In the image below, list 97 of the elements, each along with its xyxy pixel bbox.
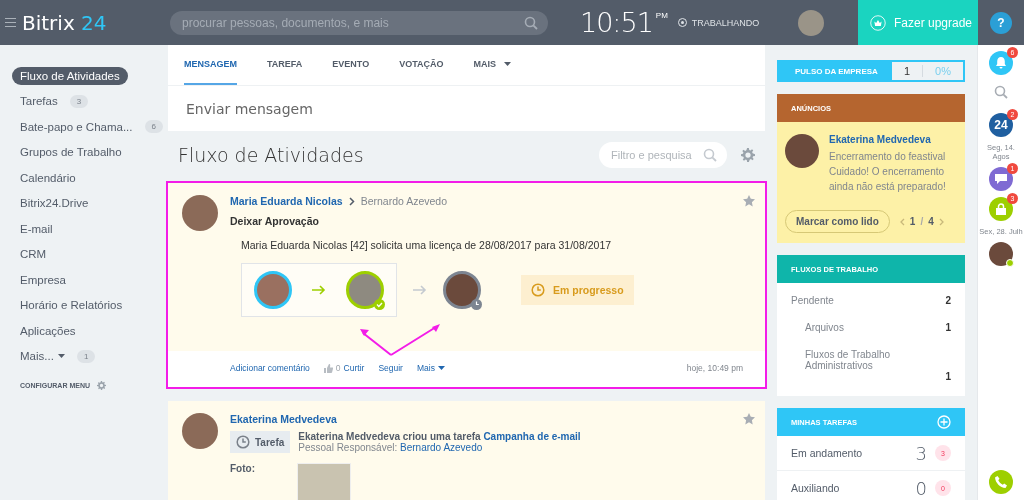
avatar[interactable]	[989, 242, 1013, 266]
search-icon[interactable]	[703, 148, 717, 162]
count-badge: 3	[69, 94, 89, 108]
sidebar-item[interactable]: Tarefas	[12, 92, 66, 111]
composer-tab[interactable]: VOTAÇÃO	[399, 45, 444, 85]
menu-icon[interactable]	[5, 18, 16, 27]
action-link[interactable]: Seguir	[378, 363, 403, 373]
next-icon[interactable]	[938, 217, 944, 226]
lock-icon	[996, 203, 1006, 215]
settings-icon[interactable]	[97, 381, 106, 390]
bell-icon	[995, 57, 1007, 69]
page-separator: /	[920, 216, 924, 227]
caret-icon	[57, 354, 65, 359]
responsible-text: Pessoal Responsável: Bernardo Azevedo	[298, 442, 484, 453]
chat-button[interactable]	[989, 167, 1013, 191]
workflow-count: 2	[945, 295, 951, 306]
feed-title: Fluxo de Atividades	[178, 144, 365, 166]
composer-tab[interactable]: MENSAGEM	[184, 45, 237, 85]
photo-label: Foto:	[230, 463, 255, 476]
logo[interactable]: Bitrix 24	[22, 10, 107, 35]
sidebar-item[interactable]: Bate-papo e Chama...	[12, 117, 141, 136]
composer-tab[interactable]: MAIS	[473, 45, 512, 85]
like-link[interactable]: Curtir	[343, 363, 365, 373]
chevron-icon	[348, 196, 355, 206]
action-link[interactable]: Adicionar comentário	[230, 363, 310, 373]
star-icon[interactable]	[743, 413, 755, 425]
status-label: Em progresso	[521, 275, 634, 305]
search-icon[interactable]	[994, 85, 1008, 99]
thumbs-up-icon	[323, 363, 333, 373]
count-badge: 6	[144, 120, 163, 134]
page-total: 4	[928, 216, 934, 227]
sidebar-item[interactable]: CRM	[12, 245, 55, 264]
workflow-label[interactable]: Fluxos de Trabalho Administrativos	[805, 349, 951, 371]
filter-bar[interactable]: Filtro e pesquisa	[599, 142, 727, 168]
workflow-count: 1	[945, 371, 951, 382]
task-status-label[interactable]: Auxiliando	[791, 482, 840, 494]
announcement-text: Encerramento do feastival Cuidado! O encerramento ainda não está preparado!	[829, 150, 947, 194]
workflow-label[interactable]: Pendente	[791, 295, 834, 306]
post-text: Maria Eduarda Nicolas [42] solicita uma licença de 28/08/2017 para 31/08/2017	[241, 239, 613, 251]
task-link[interactable]: Campanha de e-mail	[483, 431, 581, 442]
like-count: 0	[335, 363, 341, 373]
search-bar[interactable]: procurar pessoas, documentos, e mais	[170, 10, 548, 35]
clock-time: 10:51	[580, 7, 653, 38]
task-count: 3	[915, 442, 927, 464]
call-button[interactable]	[989, 470, 1013, 494]
responsible-link[interactable]: Bernardo Azevedo	[400, 442, 483, 453]
sidebar-item[interactable]: Bitrix24.Drive	[12, 194, 97, 213]
pulse-count: 1	[902, 65, 912, 77]
sidebar-item[interactable]: Horário e Relatórios	[12, 296, 131, 315]
more-link[interactable]: Mais	[416, 363, 445, 373]
notifications-button[interactable]	[989, 51, 1013, 75]
composer-tab[interactable]: TAREFA	[267, 45, 303, 85]
task-tag: Tarefa	[230, 431, 291, 453]
task-text: Ekaterina Medvedeva criou uma tarefa Campanha de e-mail	[298, 431, 581, 442]
sidebar-item[interactable]: E-mail	[12, 219, 61, 238]
pulse-percent: 0%	[922, 65, 963, 77]
avatar	[182, 195, 218, 231]
author-link[interactable]: Ekaterina Medvedeva	[829, 134, 957, 145]
caret-icon	[437, 366, 445, 370]
star-icon[interactable]	[743, 195, 755, 207]
task-status-label[interactable]: Em andamento	[791, 447, 863, 459]
clock-icon	[531, 283, 545, 297]
avatar	[254, 271, 292, 309]
composer-tab[interactable]: EVENTO	[332, 45, 370, 85]
lock-button[interactable]	[989, 197, 1013, 221]
page-number: 1	[909, 216, 916, 227]
count-badge: 1	[76, 349, 96, 363]
caret-icon	[504, 62, 512, 66]
add-icon[interactable]	[937, 415, 951, 429]
search-field[interactable]: procurar pessoas, documentos, e mais	[180, 14, 524, 31]
sidebar-item[interactable]: Mais...	[12, 347, 73, 366]
workflow-label[interactable]: Arquivos	[805, 322, 844, 333]
avatar	[182, 413, 218, 449]
sidebar-item[interactable]: Aplicações	[12, 321, 84, 340]
phone-icon	[995, 476, 1007, 488]
sidebar-item[interactable]: Grupos de Trabalho	[12, 143, 130, 162]
author-link[interactable]: Maria Eduarda Nicolas	[230, 195, 343, 207]
task-count: 0	[915, 477, 927, 499]
workflow-count: 1	[945, 322, 951, 333]
avatar	[785, 134, 819, 168]
arrow-icon	[413, 285, 427, 295]
arrow-icon	[312, 285, 326, 295]
chat-icon	[995, 174, 1007, 184]
settings-icon[interactable]	[741, 148, 755, 162]
clock-period: PM	[655, 11, 668, 20]
work-status[interactable]: TRABALHANDO	[691, 17, 760, 28]
company-pulse-bar[interactable]: PULSO DA EMPRESA 1 0%	[777, 60, 965, 82]
search-icon[interactable]	[524, 15, 538, 30]
post-time: hoje, 10:49 pm	[686, 363, 743, 373]
author-link[interactable]: Ekaterina Medvedeva	[230, 413, 337, 425]
clock-icon	[236, 435, 250, 449]
sidebar-item[interactable]: Calendário	[12, 168, 84, 187]
post-title: Deixar Aprovação	[230, 215, 320, 227]
recipient-name: Bernardo Azevedo	[360, 195, 448, 207]
sidebar-item[interactable]: Empresa	[12, 270, 75, 289]
sidebar-item[interactable]: Fluxo de Atividades	[12, 66, 128, 85]
previous-icon[interactable]	[899, 217, 905, 226]
